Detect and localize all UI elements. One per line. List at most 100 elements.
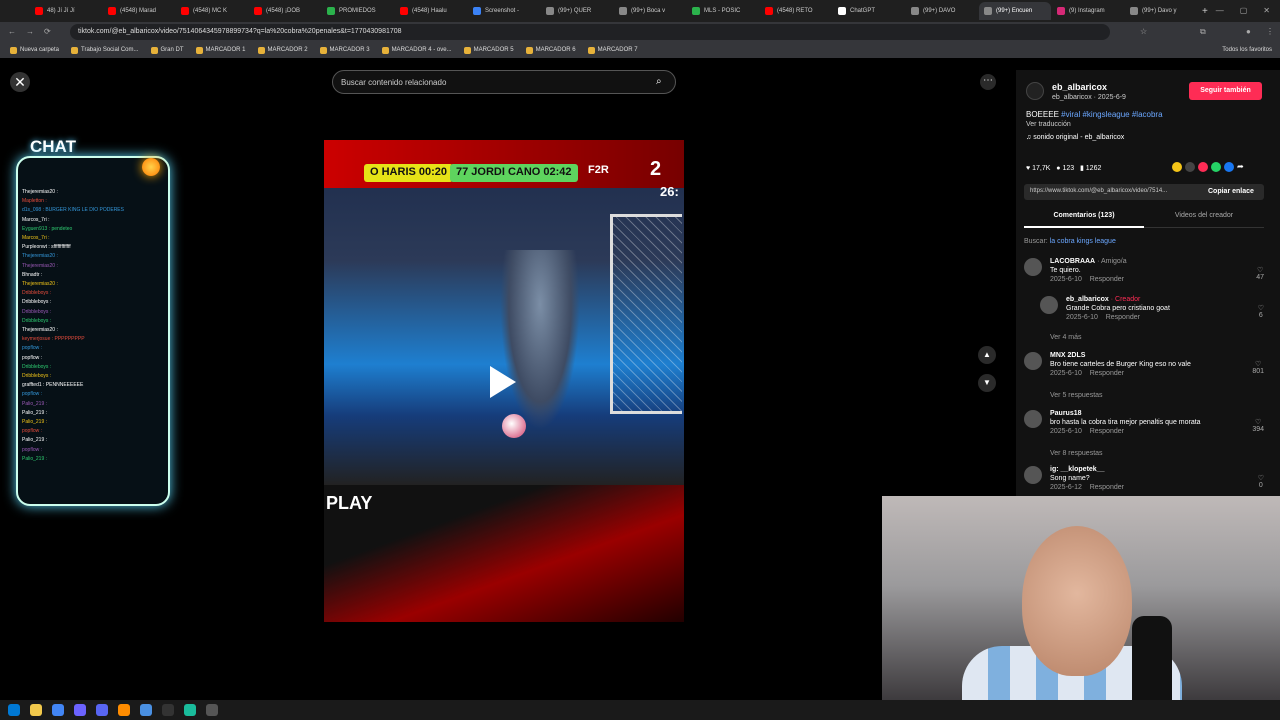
sound[interactable]: ♫ sonido original - eb_albaricox: [1026, 134, 1124, 141]
browser-tab[interactable]: MLS - POSIC: [687, 2, 759, 20]
comment-icon[interactable]: ●: [1056, 165, 1060, 172]
browser-tab[interactable]: (4548) Haalu: [395, 2, 467, 20]
bookmark-item[interactable]: MARCADOR 4 - ove...: [381, 46, 452, 54]
browser-tab[interactable]: (4548) MC K: [176, 2, 248, 20]
heart-icon[interactable]: ♥: [1026, 165, 1030, 172]
browser-tab[interactable]: PROMIEDOS: [322, 2, 394, 20]
star-icon[interactable]: ☆: [1140, 27, 1147, 36]
reply-button[interactable]: Responder: [1106, 314, 1140, 321]
app-icon-5[interactable]: [206, 704, 218, 716]
comment-user[interactable]: MNX 2DLS: [1050, 352, 1085, 359]
bookmark-item[interactable]: MARCADOR 3: [319, 46, 370, 54]
commenter-avatar[interactable]: [1040, 296, 1058, 314]
author-name[interactable]: eb_albaricox: [1052, 82, 1107, 92]
bookmark-item[interactable]: MARCADOR 6: [525, 46, 576, 54]
video-player[interactable]: O HARIS 00:20 77 JORDI CANO 02:42 F2R 2 …: [324, 100, 684, 700]
commenter-avatar[interactable]: [1024, 352, 1042, 370]
whatsapp-icon[interactable]: [1211, 162, 1221, 172]
bookmark-icon[interactable]: ▮: [1080, 165, 1084, 172]
search-term[interactable]: la cobra kings league: [1050, 238, 1116, 245]
profile-icon[interactable]: ●: [1246, 27, 1251, 36]
browser-tab[interactable]: (4548) ¡DOB: [249, 2, 321, 20]
reply-button[interactable]: Responder: [1090, 484, 1124, 491]
view-replies-link[interactable]: Ver 5 respuestas: [1050, 392, 1103, 399]
reply-button[interactable]: Responder: [1090, 276, 1124, 283]
comment-user[interactable]: eb_albaricox: [1066, 296, 1109, 303]
browser-tab[interactable]: (99+) Encuen: [979, 2, 1051, 20]
app-icon-3[interactable]: [140, 704, 152, 716]
search-suggestion[interactable]: Buscar: la cobra kings league: [1024, 238, 1116, 245]
obs-icon[interactable]: [162, 704, 174, 716]
play-icon[interactable]: [490, 366, 516, 398]
prev-video-icon[interactable]: ▲: [978, 346, 996, 364]
app-icon-4[interactable]: [184, 704, 196, 716]
back-icon[interactable]: ←: [8, 27, 16, 36]
embed-icon[interactable]: [1185, 162, 1195, 172]
file-explorer-icon[interactable]: [30, 704, 42, 716]
window-controls[interactable]: — ▢ ✕: [1206, 0, 1280, 21]
bookmark-item[interactable]: MARCADOR 2: [257, 46, 308, 54]
reply-button[interactable]: Responder: [1090, 428, 1124, 435]
chrome-icon[interactable]: [52, 704, 64, 716]
share-icon-1[interactable]: [1172, 162, 1182, 172]
comment-like[interactable]: ♡ 6: [1258, 304, 1264, 319]
browser-tab[interactable]: Screenshot -: [468, 2, 540, 20]
view-replies-link[interactable]: Ver 4 más: [1050, 334, 1082, 341]
more-options-icon[interactable]: ⋯: [980, 74, 996, 90]
reply-button[interactable]: Responder: [1090, 370, 1124, 377]
bookmark-item[interactable]: MARCADOR 1: [195, 46, 246, 54]
bookmark-item[interactable]: Gran DT: [150, 46, 184, 54]
comment-like[interactable]: ♡ 47: [1256, 266, 1264, 281]
discord-icon[interactable]: [96, 704, 108, 716]
share-arrow-icon[interactable]: ➦: [1237, 162, 1244, 172]
commenter-avatar[interactable]: [1024, 466, 1042, 484]
hashtags[interactable]: #viral #kingsleague #lacobra: [1061, 110, 1162, 119]
comment-user[interactable]: Paurus18: [1050, 410, 1082, 417]
reload-icon[interactable]: ⟳: [44, 27, 51, 36]
app-icon-2[interactable]: [118, 704, 130, 716]
author-avatar[interactable]: [1026, 82, 1044, 100]
commenter-avatar[interactable]: [1024, 410, 1042, 428]
facebook-icon[interactable]: [1224, 162, 1234, 172]
url-field[interactable]: tiktok.com/@eb_albaricox/video/751406434…: [70, 24, 1110, 40]
search-icon[interactable]: ⌕: [656, 76, 662, 87]
minimize-icon[interactable]: —: [1216, 6, 1224, 15]
share-icon-2[interactable]: [1198, 162, 1208, 172]
copy-link-button[interactable]: Copiar enlace: [1208, 188, 1254, 195]
bookmark-item[interactable]: MARCADOR 5: [463, 46, 514, 54]
browser-tab[interactable]: 48) Jí Jí Jí: [30, 2, 102, 20]
comment-like[interactable]: ♡ 801: [1252, 360, 1264, 375]
close-video-button[interactable]: ✕: [10, 72, 30, 92]
browser-tab[interactable]: (4548) Marad: [103, 2, 175, 20]
all-favorites[interactable]: Todos los favoritos: [1222, 47, 1272, 53]
tab-comments[interactable]: Comentarios (123): [1024, 212, 1144, 228]
next-video-icon[interactable]: ▼: [978, 374, 996, 392]
maximize-icon[interactable]: ▢: [1240, 6, 1248, 15]
commenter-avatar[interactable]: [1024, 258, 1042, 276]
comment-user[interactable]: LACOBRAAA: [1050, 258, 1095, 265]
bookmark-item[interactable]: Nueva carpeta: [10, 46, 59, 54]
browser-tab[interactable]: (9) Instagram: [1052, 2, 1124, 20]
tab-creator-videos[interactable]: Videos del creador: [1144, 212, 1264, 219]
browser-tab[interactable]: (99+) Boca v: [614, 2, 686, 20]
bookmark-item[interactable]: MARCADOR 7: [587, 46, 638, 54]
forward-icon[interactable]: →: [26, 27, 34, 36]
windows-start-icon[interactable]: [8, 704, 20, 716]
bookmark-item[interactable]: Trabajo Social Com...: [71, 46, 139, 54]
translate-link[interactable]: Ver traducción: [1026, 121, 1071, 128]
app-icon-1[interactable]: [74, 704, 86, 716]
browser-tab[interactable]: (99+) Davo y: [1125, 2, 1197, 20]
browser-tab[interactable]: (4548) RETO: [760, 2, 832, 20]
browser-tab[interactable]: ChatGPT: [833, 2, 905, 20]
browser-tab[interactable]: (99+) QUER: [541, 2, 613, 20]
related-search-input[interactable]: Buscar contenido relacionado: [332, 70, 676, 94]
close-window-icon[interactable]: ✕: [1263, 6, 1270, 15]
comment-user[interactable]: ig: __klopetek__: [1050, 466, 1104, 473]
extensions-icon[interactable]: ⧉: [1200, 27, 1206, 37]
comment-like[interactable]: ♡ 0: [1258, 474, 1264, 489]
view-replies-link[interactable]: Ver 8 respuestas: [1050, 450, 1103, 457]
browser-tab[interactable]: (99+) DAVO: [906, 2, 978, 20]
comment-like[interactable]: ♡ 394: [1252, 418, 1264, 433]
follow-button[interactable]: Seguir también: [1189, 82, 1262, 100]
menu-icon[interactable]: ⋮: [1266, 27, 1274, 36]
